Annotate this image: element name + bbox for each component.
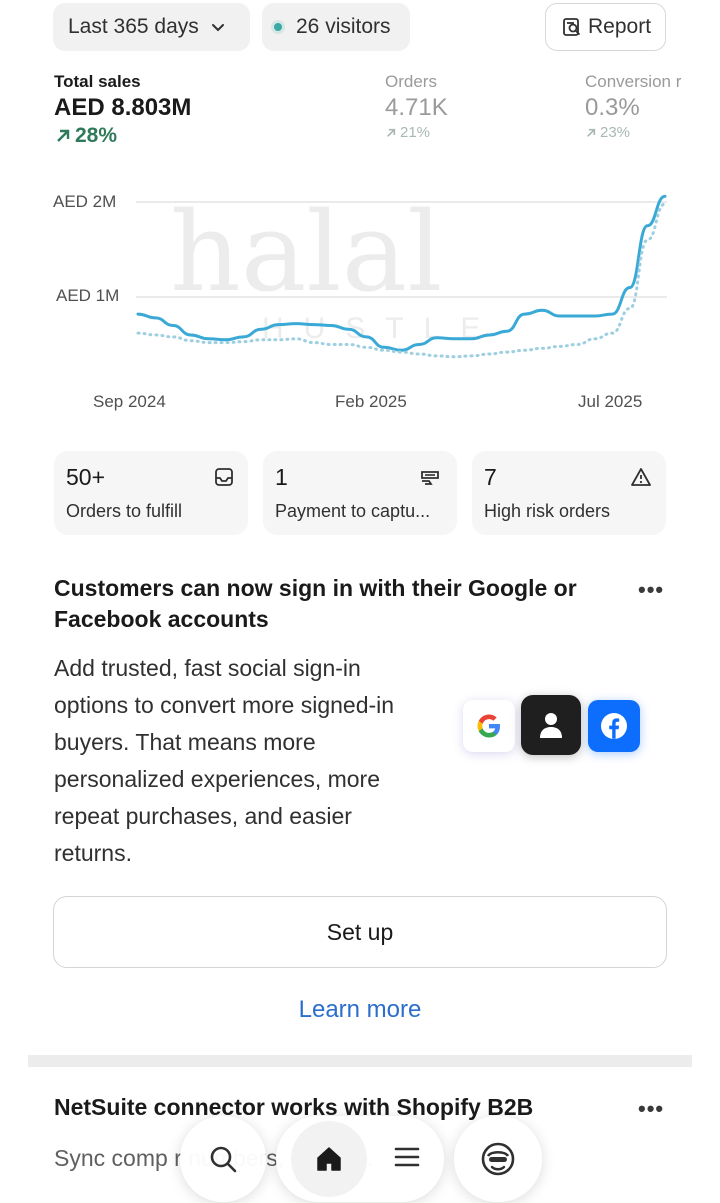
metric-value: AED 8.803M [54,94,192,121]
live-visitors-pill[interactable]: 26 visitors [262,3,410,51]
quick-action-label: Orders to fulfill [66,501,183,521]
metric-delta-value: 28% [75,124,118,147]
metric-delta: 21% [385,124,448,141]
nav-store-avatar-button[interactable] [454,1116,542,1202]
report-button[interactable]: Report [545,3,666,51]
arrow-up-right-icon [587,128,596,137]
metric-conversion[interactable]: Conversion r 0.3% 23% [585,72,720,141]
metric-label: Orders [385,72,437,91]
metric-delta-value: 23% [600,124,631,141]
quick-action-label: Payment to captu... [275,501,431,521]
report-icon [563,18,580,36]
metric-label: Total sales [54,72,141,91]
social-signin-illustration [463,695,643,757]
date-range-label: Last 365 days [68,15,199,38]
promo-body: Add trusted, fast social sign-in options… [54,655,395,866]
y-tick-label: AED 1M [56,286,120,305]
date-range-selector[interactable]: Last 365 days [53,3,250,51]
metric-delta-value: 21% [400,124,431,141]
visitors-count: 26 visitors [296,15,391,38]
metric-delta: 28% [54,124,191,148]
person-icon [521,695,581,755]
learn-more-link[interactable]: Learn more [0,996,720,1024]
cash-icon [419,467,443,492]
arrow-up-right-icon [57,129,70,142]
arrow-up-right-icon [387,128,396,137]
nav-primary-group [276,1116,444,1202]
x-tick-label: Sep 2024 [93,392,166,411]
quick-actions-row: 50+ Orders to fulfill 1 Payment to captu… [54,451,666,535]
x-tick-label: Jul 2025 [578,392,643,411]
metric-delta: 23% [585,124,720,141]
x-tick-label: Feb 2025 [335,392,407,411]
setup-button[interactable]: Set up [53,896,667,968]
section-divider [28,1055,692,1067]
watermark-logo: halal HUSTLE [170,188,480,345]
sales-chart: halal HUSTLE AED 2M AED 1M Sep 2024 Feb … [0,170,720,430]
top-filter-bar: Last 365 days 26 visitors Report [0,0,720,60]
quick-action-high-risk-orders[interactable]: 7 High risk orders [472,451,666,535]
quick-action-label: High risk orders [484,501,611,521]
metric-value: 0.3% [585,94,640,121]
metric-total-sales[interactable]: Total sales AED 8.803M 28% [54,72,191,148]
alert-triangle-icon [630,467,652,492]
metric-label: Conversion r [585,72,682,91]
metric-orders[interactable]: Orders 4.71K 21% [385,72,448,141]
bottom-nav [180,1116,542,1203]
nav-search-button[interactable] [180,1116,266,1202]
promo-title: Customers can now sign in with their Goo… [54,575,577,632]
quick-action-count: 7 [484,464,497,490]
promo-more-button[interactable]: ••• [638,577,664,603]
store-avatar-icon [481,1142,515,1176]
netsuite-more-button[interactable]: ••• [638,1096,664,1122]
report-label: Report [588,15,652,38]
quick-action-count: 50+ [66,464,106,490]
google-logo-icon [463,700,515,752]
search-icon [210,1146,237,1173]
y-tick-label: AED 2M [53,192,117,211]
metric-value: 4.71K [385,94,448,121]
facebook-logo-icon [588,700,640,752]
quick-action-orders-to-fulfill[interactable]: 50+ Orders to fulfill [54,451,248,535]
nav-menu-button[interactable] [393,1145,421,1174]
nav-home-button[interactable] [291,1121,367,1197]
home-icon [317,1147,341,1171]
quick-action-payment-to-capture[interactable]: 1 Payment to captu... [263,451,457,535]
live-dot-icon [274,23,282,31]
chevron-down-icon [211,15,225,39]
inbox-icon [214,467,234,492]
menu-icon [394,1147,420,1166]
